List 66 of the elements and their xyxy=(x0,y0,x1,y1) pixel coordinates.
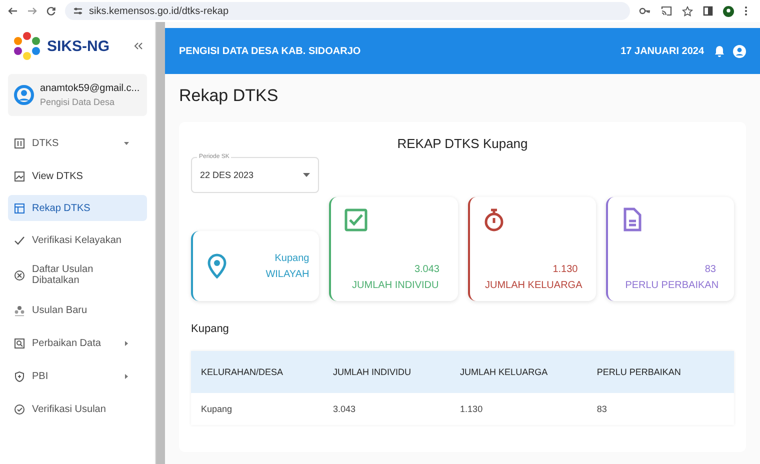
url-text: siks.kemensos.go.id/dtks-rekap xyxy=(89,6,229,16)
column-header: JUMLAH INDIVIDU xyxy=(332,367,412,377)
stat-value: 83 xyxy=(704,264,717,275)
grid-icon xyxy=(14,138,25,148)
back-icon[interactable] xyxy=(8,6,18,16)
stat-value: Kupang xyxy=(274,252,310,264)
menu-icon[interactable] xyxy=(744,6,748,16)
checkmark-icon xyxy=(14,234,25,246)
forward-icon[interactable] xyxy=(27,6,37,16)
caret-icon xyxy=(124,340,129,346)
sidepanel-icon[interactable] xyxy=(703,6,713,16)
table-icon xyxy=(14,202,25,214)
stat-label: WILAYAH xyxy=(266,268,310,280)
notification-icon[interactable] xyxy=(714,45,725,57)
nav-item[interactable]: Verifikasi Usulan xyxy=(8,396,147,422)
image-icon xyxy=(14,170,25,182)
nav-item[interactable]: Rekap DTKS xyxy=(8,195,147,221)
header-title: PENGISI DATA DESA KAB. SIDOARJO xyxy=(179,46,362,56)
nav-item[interactable]: Usulan Baru xyxy=(8,297,147,323)
nav-item[interactable]: Verifikasi Kelayakan xyxy=(8,227,147,253)
checkbox-icon xyxy=(343,207,370,233)
check-circle-icon xyxy=(14,404,25,414)
column-header: JUMLAH KELUARGA xyxy=(460,367,549,377)
column-header: PERLU PERBAIKAN xyxy=(596,367,682,377)
table-cell-text: 3.043 xyxy=(332,404,356,414)
user-role: Pengisi Data Desa xyxy=(40,97,116,107)
card-title: REKAP DTKS Kupang xyxy=(396,136,529,151)
nav-item[interactable]: PBI xyxy=(8,363,147,389)
nav-item[interactable]: Perbaikan Data xyxy=(8,330,147,356)
nav-item[interactable]: DTKS xyxy=(8,130,147,156)
people-icon xyxy=(14,304,25,316)
logo-icon xyxy=(12,31,42,61)
stat-label: PERLU PERBAIKAN xyxy=(624,280,720,291)
logo-text: SIKS-NG xyxy=(47,38,110,54)
stat-value: 3.043 xyxy=(413,264,440,275)
site-settings-icon[interactable] xyxy=(73,7,83,15)
profile-icon[interactable] xyxy=(723,6,734,16)
section-title: Kupang xyxy=(191,323,230,335)
stat-label: JUMLAH KELUARGA xyxy=(484,280,584,291)
account-icon[interactable] xyxy=(733,44,746,58)
table-cell-text: 1.130 xyxy=(460,404,484,414)
nav-item[interactable]: View DTKS xyxy=(8,163,147,189)
shield-icon xyxy=(14,370,25,382)
user-avatar-icon xyxy=(14,85,34,105)
star-icon[interactable] xyxy=(682,6,693,16)
table-cell-text: Kupang xyxy=(201,404,234,414)
column-header: KELURAHAN/DESA xyxy=(201,367,284,377)
period-select[interactable]: 22 DES 2023 xyxy=(191,157,319,193)
nav-item[interactable]: Daftar Usulan Dibatalkan xyxy=(8,260,147,290)
header-date: 17 JANUARI 2024 xyxy=(620,46,704,56)
scrollbar[interactable] xyxy=(155,22,165,464)
search-icon xyxy=(14,338,25,348)
collapse-icon[interactable] xyxy=(133,42,143,50)
caret-icon xyxy=(124,374,129,378)
stat-value: 1.130 xyxy=(552,264,579,275)
user-email: anamtok59@gmail.c... xyxy=(40,83,140,94)
address-bar[interactable]: siks.kemensos.go.id/dtks-rekap xyxy=(65,2,630,20)
reload-icon[interactable] xyxy=(46,6,56,16)
table-cell-text: 83 xyxy=(596,404,608,414)
key-icon[interactable] xyxy=(639,6,651,16)
cast-icon[interactable] xyxy=(661,6,672,16)
cancel-icon xyxy=(14,270,25,280)
stat-label: JUMLAH INDIVIDU xyxy=(351,280,440,291)
dropdown-caret-icon xyxy=(303,173,310,177)
page-title: Rekap DTKS xyxy=(179,86,280,106)
caret-icon xyxy=(124,140,129,146)
